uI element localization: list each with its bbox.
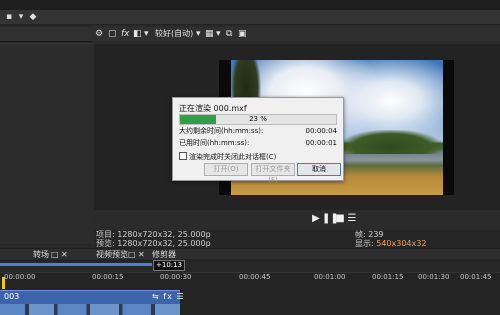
elapsed-time-value: 00:00:01 (305, 139, 337, 147)
remaining-time-row: 大约剩余时间(hh:mm:ss): 00:00:04 (179, 127, 337, 136)
grid-icon[interactable]: ▦ (205, 28, 214, 40)
chevron-down-icon[interactable]: ▾ (216, 28, 221, 40)
preview-info-bar: 项目: 1280x720x32, 25.000p 预览: 1280x720x32… (94, 230, 500, 248)
ruler-label: 00:00:45 (239, 273, 271, 281)
stop-icon[interactable]: ■ (334, 213, 346, 225)
remaining-time-value: 00:00:04 (305, 127, 337, 135)
render-progress-dialog: 正在渲染 000.mxf 23 % 大约剩余时间(hh:mm:ss): 00:0… (172, 97, 344, 184)
preview-info: 预览: 1280x720x32, 25.000p (96, 239, 211, 248)
left-panel-content (0, 43, 92, 244)
treeline (341, 130, 441, 154)
playhead-marker[interactable] (2, 277, 5, 289)
window-title-strip (0, 0, 500, 10)
fx-icon[interactable]: fx (121, 28, 130, 40)
checkbox-box[interactable] (179, 152, 187, 160)
dialog-title: 正在渲染 000.mxf (179, 104, 247, 113)
cancel-button[interactable]: 取消 (297, 163, 341, 176)
menu-icon[interactable]: ☰ (346, 213, 358, 225)
ruler-labels: 00:00:00 00:00:15 00:00:30 00:00:45 00:0… (0, 273, 500, 283)
cursor-timecode: +10:13 (153, 260, 186, 271)
save-snapshot-icon[interactable]: ▣ (238, 28, 247, 40)
display-info: 显示: 540x304x32 (355, 239, 427, 248)
quality-select[interactable]: 较好(自动) (155, 28, 193, 40)
pause-icon[interactable]: ❚❚ (322, 213, 339, 225)
render-progress-label: 23 % (249, 115, 267, 123)
settings-icon[interactable]: ⚙ (95, 28, 103, 40)
left-panel-header (0, 27, 92, 42)
loop-region-bar[interactable] (0, 263, 152, 266)
frame-info: 帧: 239 (355, 230, 384, 239)
clip-thumbnails (0, 304, 180, 315)
ruler-label: 00:01:45 (460, 273, 492, 281)
copy-icon[interactable]: ▢ (108, 28, 117, 40)
left-panel (0, 25, 92, 245)
elapsed-time-row: 已用时间(hh:mm:ss): 00:00:01 (179, 139, 337, 148)
open-button[interactable]: 打开(O) (204, 163, 248, 176)
project-info: 项目: 1280x720x32, 25.000p (96, 230, 211, 239)
render-progress-bar: 23 % (179, 114, 337, 125)
ruler-label: 00:01:15 (372, 273, 404, 281)
ruler-label: 00:00:15 (92, 273, 124, 281)
ruler-label: 00:01:00 (314, 273, 346, 281)
remaining-time-label: 大约剩余时间(hh:mm:ss): (179, 127, 264, 135)
quality-dropdown-icon[interactable]: ▾ (196, 28, 201, 40)
snapshot-copy-icon[interactable]: ⧉ (226, 28, 232, 40)
clip-fx-icons[interactable]: ⇆ fx ☰ (152, 291, 185, 303)
clip-name: 003 (4, 292, 20, 301)
open-folder-button[interactable]: 打开文件夹(F) (251, 163, 295, 184)
preview-toolbar: ⚙ ▢ fx ◧ ▾ 较好(自动) ▾ ▦ ▾ ⧉ ▣ (92, 27, 500, 41)
close-on-complete-label: 渲染完成时关闭此对话框(C) (189, 153, 277, 161)
top-toolbar: ▪ ▾ ◆ (0, 10, 500, 25)
split-icon[interactable]: ◧ (133, 28, 142, 40)
ruler-label: 00:00:00 (4, 273, 36, 281)
tool-icon[interactable]: ▪ (4, 12, 14, 22)
ruler-label: 00:00:30 (160, 273, 192, 281)
snap-icon[interactable]: ◆ (28, 12, 38, 22)
dropdown-icon[interactable]: ▾ (16, 12, 26, 22)
chevron-down-icon[interactable]: ▾ (144, 28, 149, 40)
ruler-label: 00:01:30 (418, 273, 450, 281)
close-on-complete-checkbox[interactable]: 渲染完成时关闭此对话框(C) (179, 152, 276, 162)
transport-controls: ▶ ❚❚■ ☰ (310, 213, 390, 225)
elapsed-time-label: 已用时间(hh:mm:ss): (179, 139, 250, 147)
play-icon[interactable]: ▶ (310, 213, 322, 225)
